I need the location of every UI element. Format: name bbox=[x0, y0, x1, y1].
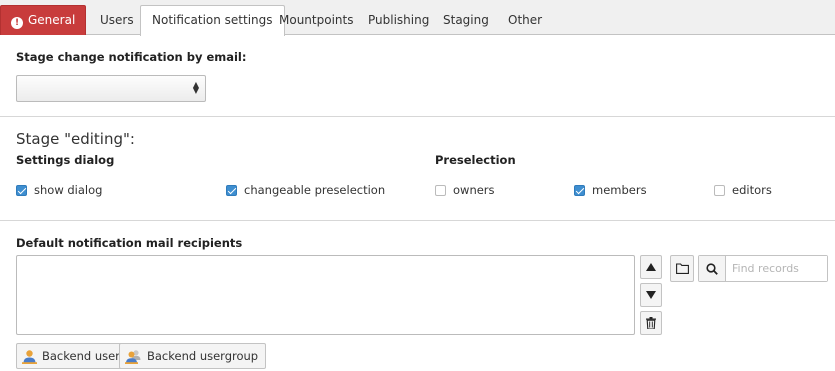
select-caret-icon: ▲ ▼ bbox=[192, 80, 199, 95]
settings-dialog-heading: Settings dialog bbox=[16, 153, 115, 167]
tab-general[interactable]: ! General bbox=[0, 5, 87, 35]
tab-mountpoints[interactable]: Mountpoints bbox=[267, 5, 365, 35]
tab-staging[interactable]: Staging bbox=[431, 5, 501, 35]
browse-records-button[interactable] bbox=[670, 255, 694, 282]
checkbox-checked-icon[interactable] bbox=[226, 184, 237, 196]
checkbox-unchecked-icon[interactable] bbox=[435, 184, 446, 196]
tab-bar: ! General Users Notification settings Mou… bbox=[0, 0, 835, 36]
stage-section: Stage "editing": Settings dialog Presele… bbox=[0, 117, 835, 221]
checkbox-members[interactable]: members bbox=[574, 183, 647, 197]
tab-publishing[interactable]: Publishing bbox=[356, 5, 441, 35]
find-records-box bbox=[698, 255, 828, 282]
notification-section: Stage change notification by email: ▲ ▼ bbox=[0, 35, 835, 117]
checkbox-unchecked-icon[interactable] bbox=[714, 184, 725, 196]
add-backend-usergroup-button[interactable]: Backend usergroup bbox=[119, 343, 267, 369]
recipients-section: Default notification mail recipients Fin… bbox=[0, 221, 835, 371]
tab-notification-settings[interactable]: Notification settings bbox=[140, 5, 285, 36]
recipients-listbox[interactable] bbox=[16, 255, 635, 335]
move-up-button[interactable] bbox=[640, 255, 662, 279]
preselection-heading: Preselection bbox=[435, 153, 516, 167]
stage-title: Stage "editing": bbox=[16, 130, 135, 148]
checkbox-show-dialog[interactable]: show dialog bbox=[16, 183, 102, 197]
tab-users[interactable]: Users bbox=[88, 5, 146, 35]
arrow-up-icon bbox=[646, 263, 656, 271]
backend-user-icon bbox=[22, 349, 37, 364]
checkbox-checked-icon[interactable] bbox=[574, 184, 585, 196]
notification-label: Stage change notification by email: bbox=[16, 50, 247, 64]
recipients-label: Default notification mail recipients bbox=[16, 236, 243, 250]
checkbox-owners[interactable]: owners bbox=[435, 183, 495, 197]
move-down-button[interactable] bbox=[640, 283, 662, 307]
notification-select[interactable]: ▲ ▼ bbox=[16, 75, 206, 102]
checkbox-checked-icon[interactable] bbox=[16, 184, 27, 196]
tab-other[interactable]: Other bbox=[496, 5, 554, 35]
folder-icon bbox=[675, 263, 689, 274]
find-records-input[interactable] bbox=[726, 256, 827, 281]
search-icon[interactable] bbox=[699, 256, 726, 281]
add-backend-user-button[interactable]: Backend user bbox=[16, 343, 128, 369]
error-icon: ! bbox=[11, 17, 23, 29]
trash-icon bbox=[646, 317, 656, 329]
backend-usergroup-icon bbox=[125, 349, 141, 364]
checkbox-changeable-preselection[interactable]: changeable preselection bbox=[226, 183, 385, 197]
arrow-down-icon bbox=[646, 291, 656, 299]
tab-content: Stage change notification by email: ▲ ▼ S… bbox=[0, 35, 835, 371]
checkbox-editors[interactable]: editors bbox=[714, 183, 772, 197]
delete-button[interactable] bbox=[640, 311, 662, 335]
